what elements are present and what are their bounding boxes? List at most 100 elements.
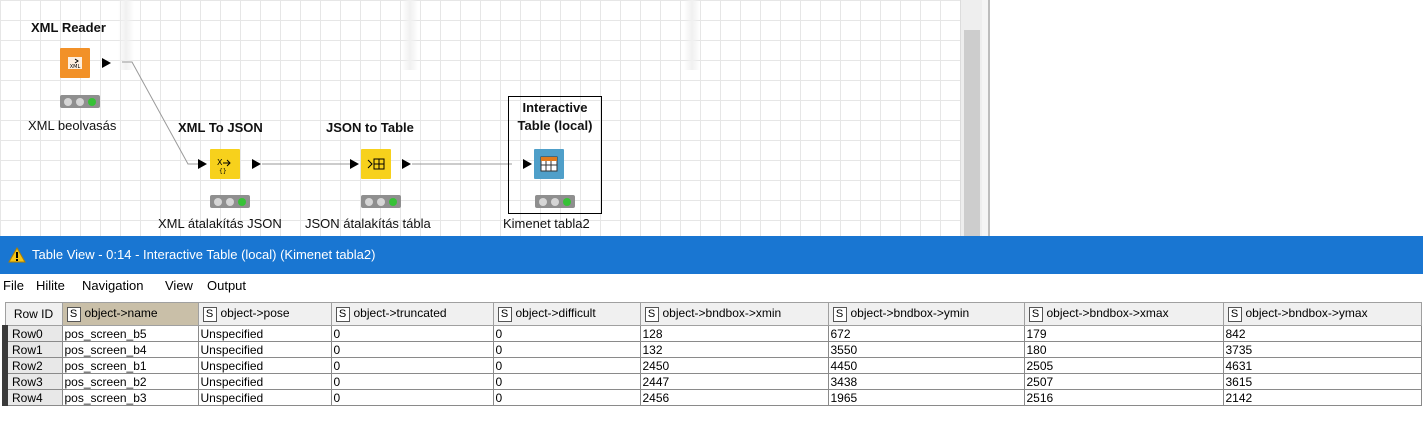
row-id-cell[interactable]: Row2 [2, 357, 63, 374]
output-port[interactable] [402, 159, 411, 169]
column-header-difficult[interactable]: Sobject->difficult [492, 302, 641, 326]
table-view-titlebar[interactable]: Table View - 0:14 - Interactive Table (l… [0, 236, 1423, 274]
menu-output[interactable]: Output [207, 278, 246, 293]
input-port[interactable] [350, 159, 359, 169]
table-cell[interactable]: 4450 [827, 357, 1025, 374]
table-cell[interactable]: 2450 [639, 357, 829, 374]
table-cell[interactable]: 179 [1023, 325, 1224, 342]
node-label-xml-to-json[interactable]: XML átalakítás JSON [158, 216, 282, 231]
row-id-cell[interactable]: Row3 [2, 373, 63, 390]
table-cell[interactable]: 2447 [639, 373, 829, 390]
column-header-ymax[interactable]: Sobject->bndbox->ymax [1222, 302, 1422, 326]
table-cell[interactable]: 3438 [827, 373, 1025, 390]
table-row[interactable]: Row4 pos_screen_b3 Unspecified 0 0 2456 … [2, 389, 1422, 406]
xml-reader-icon[interactable]: XML [60, 48, 90, 78]
scrollbar-thumb[interactable] [964, 30, 980, 236]
table-cell[interactable]: 3615 [1222, 373, 1422, 390]
column-header-row-id[interactable]: Row ID [4, 302, 63, 326]
column-header-truncated[interactable]: Sobject->truncated [330, 302, 494, 326]
input-port[interactable] [198, 159, 207, 169]
table-cell[interactable]: pos_screen_b4 [61, 341, 199, 358]
input-port[interactable] [523, 159, 532, 169]
table-cell[interactable]: 3735 [1222, 341, 1422, 358]
table-cell[interactable]: 128 [639, 325, 829, 342]
row-id-cell[interactable]: Row4 [2, 389, 63, 406]
table-cell[interactable]: 0 [492, 357, 641, 374]
output-port[interactable] [102, 58, 111, 68]
table-row[interactable]: Row2 pos_screen_b1 Unspecified 0 0 2450 … [2, 357, 1422, 374]
table-cell[interactable]: 0 [492, 389, 641, 406]
table-cell[interactable]: 672 [827, 325, 1025, 342]
string-type-icon: S [832, 306, 847, 322]
workflow-canvas[interactable]: XML Reader XML XML beolvasás XML To JSON… [0, 0, 960, 236]
menu-hilite[interactable]: Hilite [36, 278, 65, 293]
node-label-json-to-table[interactable]: JSON átalakítás tábla [305, 216, 431, 231]
column-header-pose[interactable]: Sobject->pose [197, 302, 332, 326]
table-cell[interactable]: 2505 [1023, 357, 1224, 374]
side-pane [992, 0, 1423, 236]
table-cell[interactable]: Unspecified [197, 373, 332, 390]
table-cell[interactable]: pos_screen_b5 [61, 325, 199, 342]
menu-file[interactable]: File [3, 278, 24, 293]
node-title-json-to-table: JSON to Table [326, 120, 414, 135]
table-row[interactable]: Row1 pos_screen_b4 Unspecified 0 0 132 3… [2, 341, 1422, 358]
window-title: Table View - 0:14 - Interactive Table (l… [32, 247, 376, 262]
table-cell[interactable]: 2516 [1023, 389, 1224, 406]
xml-to-json-icon[interactable]: X{} [210, 149, 240, 179]
string-type-icon: S [335, 306, 350, 322]
column-header-ymin[interactable]: Sobject->bndbox->ymin [827, 302, 1025, 326]
node-status-indicator [361, 195, 401, 208]
table-cell[interactable]: 0 [492, 341, 641, 358]
table-cell[interactable]: 0 [330, 357, 494, 374]
column-header-xmax[interactable]: Sobject->bndbox->xmax [1023, 302, 1224, 326]
string-type-icon: S [202, 306, 217, 322]
table-cell[interactable]: 2456 [639, 389, 829, 406]
canvas-vertical-scrollbar[interactable] [960, 0, 982, 236]
node-status-indicator [210, 195, 250, 208]
table-cell[interactable]: 3550 [827, 341, 1025, 358]
table-cell[interactable]: 0 [492, 373, 641, 390]
svg-text:XML: XML [70, 64, 81, 70]
string-type-icon: S [66, 306, 81, 322]
output-port[interactable] [252, 159, 261, 169]
table-cell[interactable]: 0 [330, 373, 494, 390]
menu-navigation[interactable]: Navigation [82, 278, 143, 293]
svg-text:{}: {} [219, 168, 227, 175]
table-cell[interactable]: Unspecified [197, 325, 332, 342]
table-cell[interactable]: 132 [639, 341, 829, 358]
table-row[interactable]: Row0 pos_screen_b5 Unspecified 0 0 128 6… [2, 325, 1422, 342]
table-row[interactable]: Row3 pos_screen_b2 Unspecified 0 0 2447 … [2, 373, 1422, 390]
table-cell[interactable]: pos_screen_b3 [61, 389, 199, 406]
table-cell[interactable]: 0 [330, 341, 494, 358]
table-cell[interactable]: Unspecified [197, 357, 332, 374]
table-view: Row ID Sobject->name Sobject->pose Sobje… [0, 298, 1423, 428]
table-cell[interactable]: 180 [1023, 341, 1224, 358]
table-cell[interactable]: pos_screen_b2 [61, 373, 199, 390]
table-cell[interactable]: 842 [1222, 325, 1422, 342]
menu-view[interactable]: View [165, 278, 193, 293]
node-label-xml-reader[interactable]: XML beolvasás [28, 118, 116, 133]
table-cell[interactable]: 0 [492, 325, 641, 342]
table-cell[interactable]: 0 [330, 389, 494, 406]
svg-text:X: X [217, 158, 223, 167]
table-cell[interactable]: Unspecified [197, 341, 332, 358]
node-label-interactive-table[interactable]: Kimenet tabla2 [503, 216, 590, 231]
row-id-cell[interactable]: Row0 [2, 325, 63, 342]
table-cell[interactable]: 0 [330, 325, 494, 342]
table-cell[interactable]: Unspecified [197, 389, 332, 406]
json-to-table-icon[interactable] [361, 149, 391, 179]
table-cell[interactable]: 4631 [1222, 357, 1422, 374]
table-cell[interactable]: 1965 [827, 389, 1025, 406]
table-cell[interactable]: 2507 [1023, 373, 1224, 390]
string-type-icon: S [1227, 306, 1242, 322]
pane-divider[interactable] [982, 0, 990, 236]
table-header-row: Row ID Sobject->name Sobject->pose Sobje… [4, 302, 1422, 326]
string-type-icon: S [1028, 306, 1043, 322]
interactive-table-icon[interactable] [534, 149, 564, 179]
table-cell[interactable]: pos_screen_b1 [61, 357, 199, 374]
column-header-xmin[interactable]: Sobject->bndbox->xmin [639, 302, 829, 326]
column-header-name[interactable]: Sobject->name [61, 302, 199, 326]
table-cell[interactable]: 2142 [1222, 389, 1422, 406]
row-id-cell[interactable]: Row1 [2, 341, 63, 358]
node-title-xml-reader: XML Reader [31, 20, 106, 35]
